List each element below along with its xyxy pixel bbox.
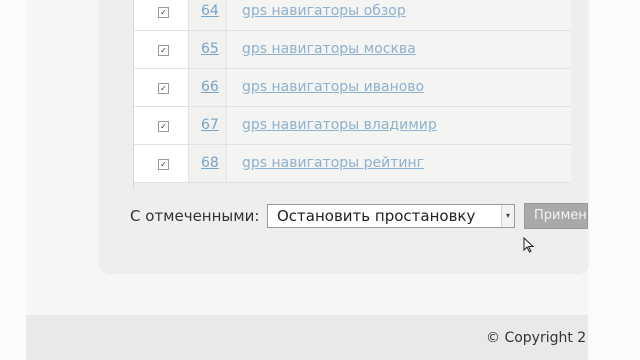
table-row: ✓ 67 gps навигаторы владимир bbox=[134, 107, 571, 145]
bulk-action-selected-value: Остановить простановку bbox=[277, 207, 476, 225]
table-row: ✓ 64 gps навигаторы обзор bbox=[134, 0, 571, 31]
page-footer: © Copyright 2 bbox=[26, 315, 588, 360]
keyword-link[interactable]: gps навигаторы рейтинг bbox=[242, 155, 424, 171]
checkbox-cell: ✓ bbox=[134, 31, 189, 68]
checkbox-cell: ✓ bbox=[134, 69, 189, 106]
row-checkbox[interactable]: ✓ bbox=[158, 83, 169, 94]
keyword-link[interactable]: gps навигаторы москва bbox=[242, 41, 416, 57]
keyword-link[interactable]: gps навигаторы иваново bbox=[242, 79, 424, 95]
bulk-action-label: С отмеченными: bbox=[130, 207, 260, 225]
table-row: ✓ 66 gps навигаторы иваново bbox=[134, 69, 571, 107]
row-number-link[interactable]: 64 bbox=[201, 3, 219, 19]
row-number-link[interactable]: 66 bbox=[201, 79, 219, 95]
apply-button[interactable]: Применить bbox=[524, 203, 588, 229]
row-number-link[interactable]: 65 bbox=[201, 41, 219, 57]
copyright-text: © Copyright 2 bbox=[486, 330, 587, 346]
row-number-link[interactable]: 67 bbox=[201, 117, 219, 133]
chevron-down-icon[interactable]: ▾ bbox=[501, 205, 514, 227]
page-right-margin bbox=[588, 0, 640, 360]
page-left-margin bbox=[0, 0, 26, 360]
checkbox-cell: ✓ bbox=[134, 145, 189, 182]
row-checkbox[interactable]: ✓ bbox=[158, 45, 169, 56]
row-checkbox[interactable]: ✓ bbox=[158, 7, 169, 18]
mouse-cursor-icon bbox=[523, 237, 535, 253]
keyword-link[interactable]: gps навигаторы обзор bbox=[242, 3, 406, 19]
table-row: ✓ 65 gps навигаторы москва bbox=[134, 31, 571, 69]
bulk-action-select[interactable]: Остановить простановку ▾ bbox=[267, 204, 515, 228]
keywords-table: ✓ 64 gps навигаторы обзор ✓ 65 gps навиг… bbox=[133, 0, 571, 190]
row-number-link[interactable]: 68 bbox=[201, 155, 219, 171]
table-row: ✓ 68 gps навигаторы рейтинг bbox=[134, 145, 571, 183]
row-checkbox[interactable]: ✓ bbox=[158, 121, 169, 132]
checkbox-cell: ✓ bbox=[134, 0, 189, 30]
keyword-link[interactable]: gps навигаторы владимир bbox=[242, 117, 437, 133]
checkbox-cell: ✓ bbox=[134, 107, 189, 144]
row-checkbox[interactable]: ✓ bbox=[158, 159, 169, 170]
